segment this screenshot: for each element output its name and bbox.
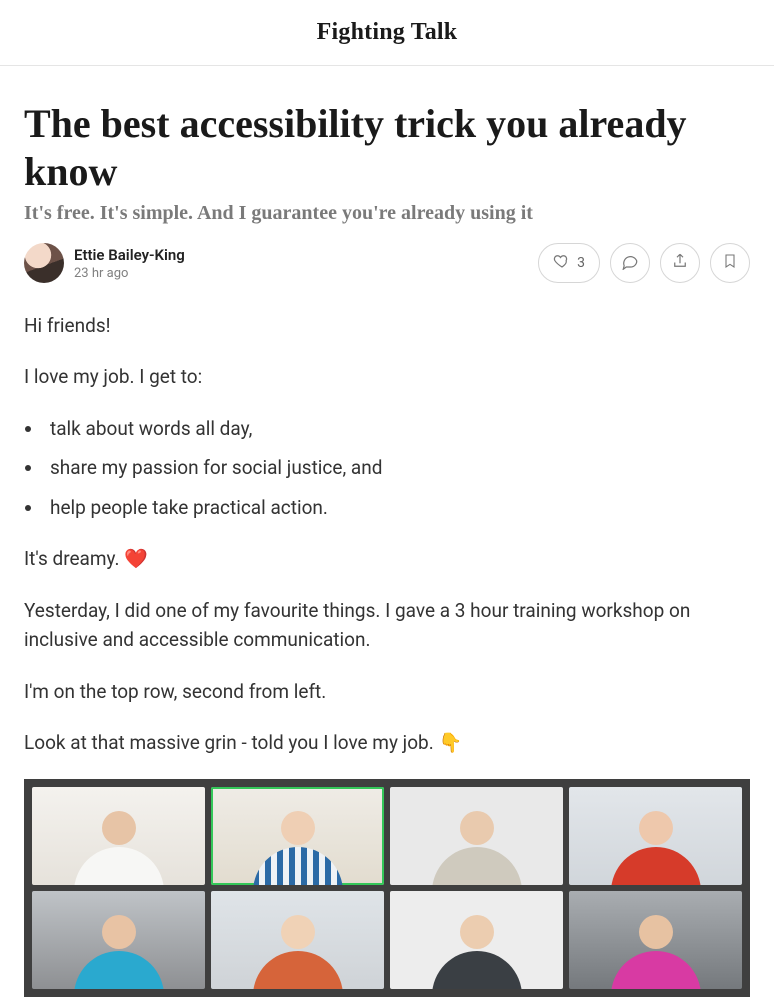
post-title: The best accessibility trick you already… <box>24 100 750 196</box>
author-text: Ettie Bailey-King 23 hr ago <box>74 246 185 281</box>
paragraph: Yesterday, I did one of my favourite thi… <box>24 596 750 655</box>
paragraph: Look at that massive grin - told you I l… <box>24 728 750 757</box>
article: The best accessibility trick you already… <box>0 66 774 997</box>
post-subtitle: It's free. It's simple. And I guarantee … <box>24 202 750 225</box>
paragraph: I love my job. I get to: <box>24 362 750 391</box>
author-name[interactable]: Ettie Bailey-King <box>74 246 185 264</box>
site-title[interactable]: Fighting Talk <box>317 19 458 46</box>
share-button[interactable] <box>660 243 700 283</box>
video-tile <box>569 891 742 989</box>
post-actions: 3 <box>538 243 750 283</box>
save-button[interactable] <box>710 243 750 283</box>
share-icon <box>671 252 689 274</box>
bookmark-icon <box>722 252 738 274</box>
video-tile <box>211 891 384 989</box>
comment-icon <box>621 252 639 274</box>
comment-button[interactable] <box>610 243 650 283</box>
video-tile <box>32 787 205 885</box>
list-item: help people take practical action. <box>44 493 750 522</box>
video-tile <box>390 787 563 885</box>
video-tile <box>569 787 742 885</box>
author-avatar[interactable] <box>24 243 64 283</box>
like-button[interactable]: 3 <box>538 243 600 283</box>
heart-icon <box>553 252 571 274</box>
site-header: Fighting Talk <box>0 0 774 66</box>
paragraph: Hi friends! <box>24 311 750 340</box>
author-block[interactable]: Ettie Bailey-King 23 hr ago <box>24 243 185 283</box>
video-tile <box>32 891 205 989</box>
video-call-screenshot <box>24 779 750 997</box>
like-count: 3 <box>577 255 585 271</box>
list-item: share my passion for social justice, and <box>44 453 750 482</box>
bullet-list: talk about words all day, share my passi… <box>44 414 750 522</box>
list-item: talk about words all day, <box>44 414 750 443</box>
video-tile <box>211 787 384 885</box>
video-tile <box>390 891 563 989</box>
paragraph: It's dreamy. ❤️ <box>24 544 750 573</box>
post-body: Hi friends! I love my job. I get to: tal… <box>24 311 750 997</box>
post-meta-row: Ettie Bailey-King 23 hr ago 3 <box>24 243 750 283</box>
post-time: 23 hr ago <box>74 266 185 281</box>
paragraph: I'm on the top row, second from left. <box>24 677 750 706</box>
